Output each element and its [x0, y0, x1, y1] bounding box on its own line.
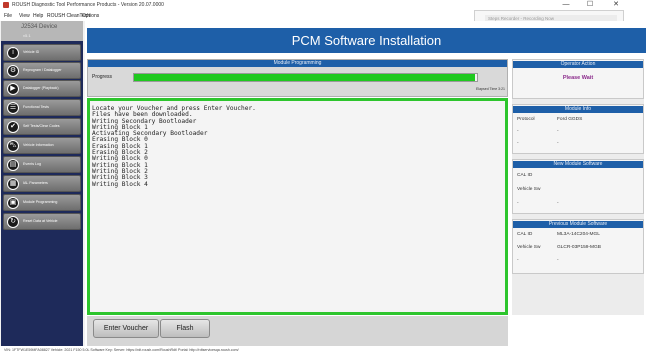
- gauge-icon: ⚙: [7, 65, 19, 77]
- check-icon: ✔: [7, 121, 19, 133]
- list-icon: ☰: [7, 102, 19, 114]
- close-button[interactable]: ✕: [606, 0, 626, 10]
- sidebar-item-label: Self Tests/Clear Codes: [23, 124, 60, 128]
- sidebar: J2534 Device v5.1 i Vehicle ID ⚙ Reprogr…: [1, 21, 83, 346]
- sidebar-item-datalogger-playback[interactable]: ▶ Datalogger (Playback): [3, 80, 81, 97]
- new-software-label: CAL ID: [517, 173, 533, 178]
- parameters-icon: ▦: [7, 178, 19, 190]
- title-bar: ROUSH Diagnostic Tool Performance Produc…: [0, 0, 647, 10]
- menu-file[interactable]: File: [4, 13, 12, 19]
- elapsed-time: Elapsed Time 3:21: [476, 87, 505, 91]
- device-name: J2534 Device: [21, 24, 58, 30]
- previous-software-value: GLCR-03P159-MGB: [557, 245, 601, 250]
- device-header: J2534 Device v5.1: [1, 21, 83, 41]
- sidebar-item-label: Reset Data at Vehicle: [23, 219, 58, 223]
- sidebar-item-label: Vehicle ID: [23, 50, 40, 54]
- progress-bar: [133, 73, 478, 82]
- flash-button[interactable]: Flash: [160, 319, 210, 338]
- module-info-label: -: [517, 141, 519, 146]
- sidebar-item-ial-parameters[interactable]: ▦ IAL Parameters: [3, 175, 81, 192]
- sidebar-item-label: Vehicle Information: [23, 143, 54, 147]
- sidebar-item-label: Reprogram / Datalogger: [23, 68, 62, 72]
- sidebar-item-self-tests[interactable]: ✔ Self Tests/Clear Codes: [3, 118, 81, 135]
- sidebar-item-events-log[interactable]: ▤ Events Log: [3, 156, 81, 173]
- operator-message: Please Wait: [562, 75, 594, 81]
- console-lines: Locate your Voucher and press Enter Vouc…: [91, 105, 256, 188]
- car-icon: ⛍: [7, 140, 19, 152]
- sidebar-item-label: Functional Tests: [23, 105, 49, 109]
- sidebar-item-module-programming[interactable]: ▣ Module Programming: [3, 194, 81, 211]
- sidebar-item-label: IAL Parameters: [23, 181, 48, 185]
- console-line: Writing Block 4: [92, 180, 148, 188]
- sidebar-item-label: Module Programming: [23, 200, 58, 204]
- module-info-panel: Module Info Protocol Ford GGDS - - - -: [512, 104, 644, 154]
- info-icon: i: [7, 47, 19, 59]
- module-programming-header: Module Programming: [88, 60, 507, 67]
- previous-software-label: CAL ID: [517, 232, 533, 237]
- device-version: v5.1: [23, 33, 31, 38]
- main-content: PCM Software Installation Module Program…: [85, 21, 647, 352]
- previous-software-value: -: [557, 258, 559, 263]
- action-bar: Enter Voucher Flash: [87, 316, 508, 346]
- sidebar-item-functional-tests[interactable]: ☰ Functional Tests: [3, 99, 81, 116]
- module-info-label: Protocol: [517, 117, 535, 122]
- window-title: ROUSH Diagnostic Tool Performance Produc…: [12, 2, 164, 8]
- app-window: ROUSH Diagnostic Tool Performance Produc…: [0, 0, 647, 354]
- module-info-value: Ford GGDS: [557, 117, 583, 122]
- sidebar-item-vehicle-information[interactable]: ⛍ Vehicle Information: [3, 137, 81, 154]
- operator-action-header: Operator Action: [513, 61, 643, 68]
- menu-help[interactable]: Help: [33, 13, 43, 19]
- app-logo-icon: [3, 2, 9, 8]
- operator-action-panel: Operator Action Please Wait: [512, 59, 644, 99]
- previous-software-panel: Previous Module Software CAL ID ML3A-14C…: [512, 219, 644, 274]
- sidebar-item-reset-data[interactable]: ↻ Reset Data at Vehicle: [3, 213, 81, 230]
- status-text: VIN: 1FTFW1E59MFA08827 Vehicle: 2021 F15…: [4, 348, 239, 352]
- sidebar-item-vehicle-id[interactable]: i Vehicle ID: [3, 44, 81, 61]
- log-icon: ▤: [7, 159, 19, 171]
- enter-voucher-button[interactable]: Enter Voucher: [93, 319, 159, 338]
- previous-software-label: -: [517, 258, 519, 263]
- sidebar-item-label: Events Log: [23, 162, 41, 166]
- previous-software-header: Previous Module Software: [513, 221, 643, 228]
- page-title: PCM Software Installation: [87, 28, 646, 53]
- info-column: Operator Action Please Wait Module Info …: [512, 59, 644, 315]
- status-bar: VIN: 1FTFW1E59MFA08827 Vehicle: 2021 F15…: [0, 346, 647, 354]
- new-software-header: New Module Software: [513, 161, 643, 168]
- new-software-label: Vehicle Sw: [517, 187, 541, 192]
- progress-bar-fill: [134, 74, 476, 81]
- new-software-label: -: [517, 201, 519, 206]
- play-icon: ▶: [7, 83, 19, 95]
- new-software-panel: New Module Software CAL ID Vehicle Sw - …: [512, 159, 644, 214]
- progress-label: Progress: [92, 74, 113, 80]
- module-info-value: -: [557, 129, 559, 134]
- reset-icon: ↻: [7, 216, 19, 228]
- module-info-label: -: [517, 129, 519, 134]
- minimize-button[interactable]: —: [556, 0, 576, 10]
- menu-view[interactable]: View: [19, 13, 30, 19]
- maximize-button[interactable]: ☐: [580, 0, 600, 10]
- sidebar-item-label: Datalogger (Playback): [23, 86, 59, 90]
- previous-software-label: Vehicle Sw: [517, 245, 541, 250]
- module-icon: ▣: [7, 197, 19, 209]
- previous-software-value: ML3A-14C204-MGL: [557, 232, 600, 237]
- console-output[interactable]: Locate your Voucher and press Enter Vouc…: [87, 98, 508, 352]
- sidebar-item-reprogram[interactable]: ⚙ Reprogram / Datalogger: [3, 62, 81, 79]
- module-programming-panel: Module Programming Progress Elapsed Time…: [87, 59, 508, 97]
- module-info-value: -: [557, 141, 559, 146]
- module-info-header: Module Info: [513, 106, 643, 113]
- menu-options[interactable]: Options: [82, 13, 99, 19]
- new-software-value: -: [557, 201, 559, 206]
